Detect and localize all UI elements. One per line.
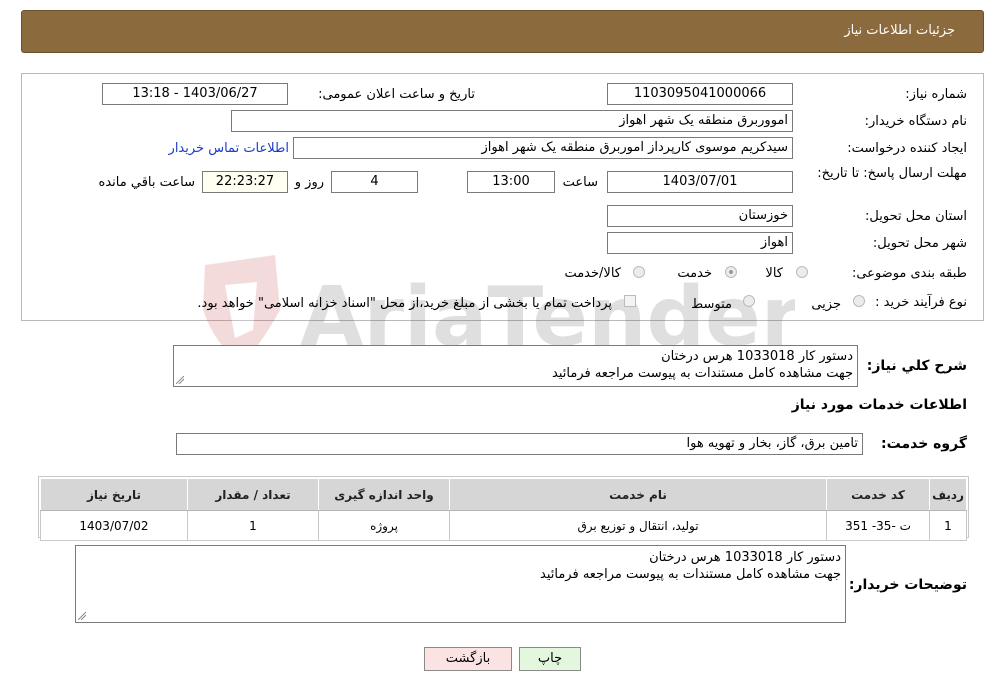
summary-label: شرح کلي نياز: <box>866 358 967 374</box>
city-label: شهر محل تحویل: <box>872 236 967 251</box>
category-option-goods-service: کالا/خدمت <box>564 266 621 281</box>
process-option-minor: جزیی <box>811 297 841 312</box>
time-remaining-label: ساعت باقي مانده <box>98 175 195 190</box>
days-label: روز و <box>294 175 324 190</box>
deadline-label: مهلت ارسال پاسخ: تا تاریخ: <box>817 166 967 181</box>
deadline-date-field: 1403/07/01 <box>607 171 793 193</box>
service-group-field: تامین برق، گاز، بخار و تهویه هوا <box>176 433 863 455</box>
resize-handle-icon[interactable] <box>78 612 86 620</box>
process-radio-minor[interactable] <box>853 295 865 307</box>
cell-service-code: ت -35- 351 <box>826 510 930 541</box>
announce-datetime-label: تاریخ و ساعت اعلان عمومی: <box>318 87 475 102</box>
resize-handle-icon[interactable] <box>176 376 184 384</box>
services-table: ردیف کد خدمت نام خدمت واحد اندازه گیری ت… <box>40 478 967 541</box>
buyer-org-field: امووربرق منطقه یک شهر اهواز <box>231 110 793 132</box>
back-button[interactable]: بازگشت <box>424 647 512 671</box>
buyer-contact-link[interactable]: اطلاعات تماس خریدار <box>169 141 289 156</box>
cell-quantity: 1 <box>187 510 319 541</box>
need-number-field: 1103095041000066 <box>607 83 793 105</box>
page-header: جزئیات اطلاعات نیاز <box>21 10 984 53</box>
category-option-service: خدمت <box>677 266 712 281</box>
table-header-row: ردیف کد خدمت نام خدمت واحد اندازه گیری ت… <box>40 478 967 511</box>
cell-service-name: تولید، انتقال و توزیع برق <box>449 510 827 541</box>
buyer-notes-line-2: جهت مشاهده کامل مستندات به پیوست مراجعه … <box>540 567 841 582</box>
cell-unit: پروژه <box>318 510 450 541</box>
treasury-payment-note: پرداخت تمام یا بخشی از مبلغ خرید،از محل … <box>197 296 612 311</box>
requester-label: ایجاد کننده درخواست: <box>847 141 967 156</box>
province-field: خوزستان <box>607 205 793 227</box>
treasury-payment-checkbox[interactable] <box>624 295 636 307</box>
page-title: جزئیات اطلاعات نیاز <box>844 23 955 38</box>
category-option-goods: کالا <box>765 266 783 281</box>
col-unit: واحد اندازه گیری <box>318 478 450 511</box>
category-radio-goods-service[interactable] <box>633 266 645 278</box>
deadline-time-field: 13:00 <box>467 171 555 193</box>
table-row: 1 ت -35- 351 تولید، انتقال و توزیع برق پ… <box>40 510 967 541</box>
col-service-name: نام خدمت <box>449 478 827 511</box>
deadline-time-label: ساعت <box>562 175 598 190</box>
category-radio-service[interactable] <box>725 266 737 278</box>
city-field: اهواز <box>607 232 793 254</box>
cell-row-number: 1 <box>929 510 967 541</box>
buyer-notes-line-1: دستور کار 1033018 هرس درختان <box>649 550 841 565</box>
process-radio-medium[interactable] <box>743 295 755 307</box>
summary-textarea[interactable]: دستور کار 1033018 هرس درختان جهت مشاهده … <box>173 345 858 387</box>
buyer-notes-textarea[interactable]: دستور کار 1033018 هرس درختان جهت مشاهده … <box>75 545 846 623</box>
process-option-medium: متوسط <box>691 297 732 312</box>
col-need-date: تاریخ نیاز <box>40 478 188 511</box>
category-label: طبقه بندی موضوعی: <box>851 266 967 281</box>
buyer-notes-label: توضیحات خریدار: <box>848 577 967 593</box>
announce-datetime-field: 1403/06/27 - 13:18 <box>102 83 288 105</box>
service-group-label: گروه خدمت: <box>881 436 967 452</box>
category-radio-goods[interactable] <box>796 266 808 278</box>
requester-field: سیدکریم موسوی کارپرداز اموربرق منطقه یک … <box>293 137 793 159</box>
buyer-org-label: نام دستگاه خریدار: <box>864 114 967 129</box>
col-quantity: تعداد / مقدار <box>187 478 319 511</box>
summary-line-2: جهت مشاهده کامل مستندات به پیوست مراجعه … <box>552 366 853 381</box>
purchase-process-label: نوع فرآیند خرید : <box>875 295 967 310</box>
days-remaining-field: 4 <box>331 171 418 193</box>
print-button[interactable]: چاپ <box>519 647 581 671</box>
need-number-label: شماره نیاز: <box>905 87 967 102</box>
col-row-number: ردیف <box>929 478 967 511</box>
col-service-code: کد خدمت <box>826 478 930 511</box>
summary-line-1: دستور کار 1033018 هرس درختان <box>661 349 853 364</box>
province-label: استان محل تحویل: <box>865 209 967 224</box>
services-section-title: اطلاعات خدمات مورد نياز <box>791 397 967 413</box>
time-remaining-field: 22:23:27 <box>202 171 288 193</box>
cell-need-date: 1403/07/02 <box>40 510 188 541</box>
